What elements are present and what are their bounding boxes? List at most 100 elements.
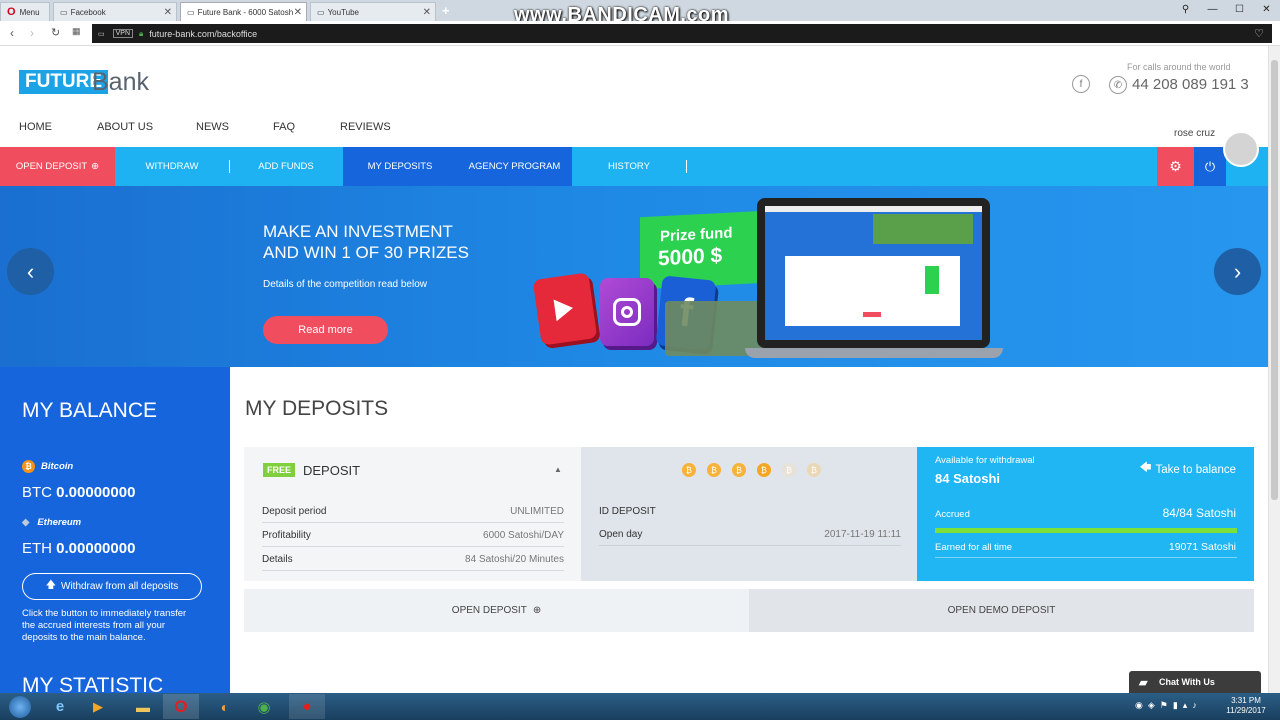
- system-tray-icons[interactable]: ◉◈⚑▮▴♪: [1135, 700, 1202, 711]
- close-window-icon[interactable]: ✕: [1253, 0, 1280, 18]
- open-deposit-button[interactable]: OPEN DEPOSIT ⊕: [244, 589, 749, 632]
- bandicam-icon[interactable]: ●: [289, 694, 325, 719]
- eth-balance: ETH 0.00000000: [22, 540, 135, 557]
- media-player-icon[interactable]: ▶: [80, 694, 116, 719]
- nav-news[interactable]: NEWS: [196, 121, 229, 133]
- hero-subtitle: Details of the competition read below: [263, 279, 427, 290]
- row-value: 84 Satoshi/20 Minutes: [465, 554, 564, 565]
- avatar[interactable]: [1223, 131, 1259, 167]
- heart-icon[interactable]: ♡: [1254, 27, 1264, 40]
- back-icon[interactable]: ‹: [10, 26, 14, 40]
- withdraw-all-button[interactable]: 🡅 Withdraw from all deposits: [22, 573, 202, 600]
- opera-taskbar-icon[interactable]: O: [163, 694, 199, 719]
- open-deposit-nav-button[interactable]: OPEN DEPOSIT ⊕: [0, 147, 115, 186]
- carousel-prev-button[interactable]: ‹: [7, 248, 54, 295]
- settings-button[interactable]: ⚙: [1157, 147, 1194, 186]
- browser-menu-button[interactable]: O Menu: [0, 2, 50, 21]
- agency-program-nav-button[interactable]: AGENCY PROGRAM: [457, 147, 572, 186]
- close-icon[interactable]: ✕: [423, 7, 431, 18]
- pin-icon[interactable]: ⚲: [1172, 0, 1199, 18]
- nav-reviews[interactable]: REVIEWS: [340, 121, 391, 133]
- add-funds-label: ADD FUNDS: [258, 161, 314, 172]
- add-funds-nav-button[interactable]: ADD FUNDS: [229, 147, 343, 186]
- user-name[interactable]: rose cruz: [1174, 128, 1215, 139]
- eth-value: 0.00000000: [56, 540, 136, 557]
- open-day-label: Open day: [599, 529, 643, 540]
- tab-youtube[interactable]: ▭ YouTube ✕: [310, 2, 436, 21]
- deposit-row: Profitability 6000 Satoshi/DAY: [262, 525, 564, 547]
- plus-circle-icon: ⊕: [91, 161, 100, 172]
- tab-favicon-icon: ▭: [317, 7, 325, 17]
- uc-browser-icon[interactable]: ◐: [207, 694, 243, 719]
- logo-bank[interactable]: Bank: [92, 68, 149, 97]
- scrollbar-thumb[interactable]: [1271, 60, 1278, 500]
- forward-icon[interactable]: ›: [30, 26, 34, 40]
- earned-value: 19071 Satoshi: [1168, 541, 1236, 553]
- carousel-next-button[interactable]: ›: [1214, 248, 1261, 295]
- prize-fund-amount: 5000 $: [658, 243, 723, 271]
- bitcoin-coin-icon: ₿: [807, 463, 821, 477]
- clock[interactable]: 3:31 PM 11/29/2017: [1221, 696, 1271, 716]
- vpn-badge[interactable]: VPN: [112, 29, 134, 38]
- history-nav-button[interactable]: HISTORY: [572, 147, 686, 186]
- chevron-right-icon: ›: [1233, 258, 1242, 284]
- maximize-icon[interactable]: ☐: [1226, 0, 1253, 18]
- my-deposits-nav-button[interactable]: MY DEPOSITS: [343, 147, 457, 186]
- bitcoin-coin-icon: ₿: [757, 463, 771, 477]
- window-controls: ⚲ — ☐ ✕: [1172, 0, 1280, 18]
- withdraw-nav-button[interactable]: WITHDRAW: [115, 147, 229, 186]
- nav-faq[interactable]: FAQ: [273, 121, 295, 133]
- address-bar: ‹ › ↻ ▦ ▭ VPN 🔒︎ future-bank.com/backoff…: [0, 21, 1280, 46]
- bitcoin-label: Bitcoin: [41, 461, 74, 472]
- new-tab-button[interactable]: +: [442, 3, 450, 18]
- chat-widget-button[interactable]: ▰ Chat With Us: [1129, 671, 1261, 693]
- nav-home[interactable]: HOME: [19, 121, 52, 133]
- deposit-row: Details 84 Satoshi/20 Minutes: [262, 549, 564, 571]
- btc-prefix: BTC: [22, 484, 52, 501]
- deposits-title: MY DEPOSITS: [245, 397, 389, 420]
- logout-button[interactable]: ⏻: [1194, 147, 1226, 186]
- nav-about-us[interactable]: ABOUT US: [97, 121, 153, 133]
- take-to-balance-button[interactable]: 🡄 Take to balance: [1140, 460, 1236, 479]
- ie-icon[interactable]: e: [42, 694, 78, 719]
- balance-title: MY BALANCE: [22, 399, 157, 422]
- hero-title: MAKE AN INVESTMENT AND WIN 1 OF 30 PRIZE…: [263, 221, 523, 263]
- facebook-icon[interactable]: f: [1072, 75, 1090, 93]
- hero-title-line2: AND WIN 1 OF 30 PRIZES: [263, 243, 469, 262]
- close-icon[interactable]: ✕: [294, 7, 302, 18]
- btc-balance: BTC 0.00000000: [22, 484, 135, 501]
- accrued-progress-track: [935, 528, 1237, 533]
- read-more-button[interactable]: Read more: [263, 316, 388, 344]
- opera-icon: O: [7, 6, 16, 18]
- chat-label: Chat With Us: [1159, 677, 1215, 687]
- gear-icon: ⚙: [1169, 158, 1182, 174]
- chrome-icon[interactable]: ◉: [246, 694, 282, 719]
- tab-future-bank[interactable]: ▭ Future Bank - 6000 Satosh ✕: [180, 2, 307, 21]
- plus-circle-icon: ⊕: [532, 605, 542, 616]
- accrued-label: Accrued: [935, 509, 970, 520]
- tab-facebook-label: Facebook: [70, 7, 106, 17]
- earned-label: Earned for all time: [935, 542, 1013, 553]
- available-value: 84 Satoshi: [935, 471, 1001, 486]
- url-field[interactable]: ▭ VPN 🔒︎ future-bank.com/backoffice ♡: [92, 24, 1272, 43]
- page-scrollbar[interactable]: [1268, 46, 1280, 693]
- start-button[interactable]: [2, 694, 38, 719]
- laptop-image: [757, 198, 990, 348]
- browser-tab-bar: O Menu ▭ Facebook ✕ ▭ Future Bank - 6000…: [0, 0, 1280, 26]
- folder-icon[interactable]: ▬: [125, 694, 161, 719]
- collapse-caret-icon[interactable]: ▲: [554, 465, 562, 474]
- withdraw-all-label: Withdraw from all deposits: [61, 581, 179, 592]
- minimize-icon[interactable]: —: [1199, 0, 1226, 18]
- chevron-left-icon: ‹: [26, 258, 35, 284]
- open-day-row: Open day 2017-11-19 11:11: [599, 524, 901, 546]
- divider: [935, 557, 1237, 558]
- phone-number[interactable]: 44 208 089 191 3: [1132, 76, 1249, 93]
- extension-icon: ▭: [98, 30, 105, 38]
- open-deposit-label: OPEN DEPOSIT: [15, 161, 88, 172]
- reload-icon[interactable]: ↻: [51, 26, 60, 39]
- close-icon[interactable]: ✕: [164, 7, 172, 18]
- row-label: Deposit period: [262, 506, 327, 517]
- open-demo-deposit-button[interactable]: OPEN DEMO DEPOSIT: [749, 589, 1254, 632]
- tab-facebook[interactable]: ▭ Facebook ✕: [53, 2, 177, 21]
- speed-dial-icon[interactable]: ▦: [72, 26, 81, 37]
